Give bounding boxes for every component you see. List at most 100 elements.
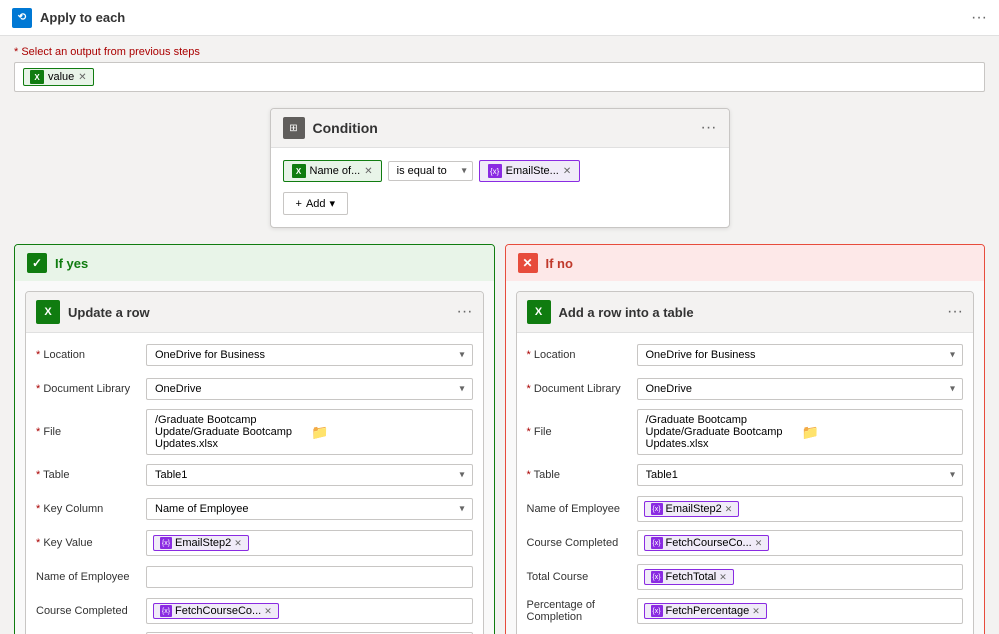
field-row-course-completed: Course Completed {x} FetchCourseCo... ✕ — [36, 597, 473, 625]
update-row-body: Location OneDrive for Business Document … — [26, 333, 483, 634]
key-column-label: Key Column — [36, 503, 146, 515]
location-select[interactable]: OneDrive for Business — [146, 344, 473, 366]
operator-select[interactable]: is equal to — [388, 161, 473, 181]
output-tag-input[interactable]: X value ✕ — [14, 62, 985, 92]
no-field-row-name-employee: Name of Employee {x} EmailStep2 ✕ — [527, 495, 964, 523]
branches: ✓ If yes X Update a row ··· Location — [14, 244, 985, 634]
main-content: Select an output from previous steps X v… — [0, 36, 999, 634]
course-completed-label: Course Completed — [36, 605, 146, 617]
no-location-value: OneDrive for Business — [637, 344, 964, 366]
add-row-more-options[interactable]: ··· — [947, 303, 963, 321]
no-total-course-field[interactable]: {x} FetchTotal ✕ — [637, 564, 964, 590]
condition-body: X Name of... ✕ is equal to {x} EmailSte.… — [271, 148, 729, 227]
chevron-down-icon: ▾ — [330, 197, 336, 210]
no-course-completed-value: {x} FetchCourseCo... ✕ — [637, 530, 964, 556]
no-percentage-field[interactable]: {x} FetchPercentage ✕ — [637, 598, 964, 624]
add-icon: + — [296, 198, 302, 210]
emailstep2-chip: {x} EmailStep2 ✕ — [153, 535, 249, 551]
condition-box: ⊞ Condition ··· X Name of... ✕ is equal … — [270, 108, 730, 228]
no-doc-library-select[interactable]: OneDrive — [637, 378, 964, 400]
no-field-row-percentage: Percentage of Completion {x} FetchPercen… — [527, 597, 964, 625]
no-table-value: Table1 — [637, 464, 964, 486]
condition-header: ⊞ Condition ··· — [271, 109, 729, 148]
no-chip-icon: {x} — [651, 605, 663, 617]
no-emailstep2-close[interactable]: ✕ — [725, 504, 733, 515]
no-name-employee-label: Name of Employee — [527, 503, 637, 515]
no-course-completed-field[interactable]: {x} FetchCourseCo... ✕ — [637, 530, 964, 556]
table-select[interactable]: Table1 — [146, 464, 473, 486]
branch-yes: ✓ If yes X Update a row ··· Location — [14, 244, 495, 634]
condition-more-options[interactable]: ··· — [701, 119, 717, 137]
course-completed-field[interactable]: {x} FetchCourseCo... ✕ — [146, 598, 473, 624]
value-tag-close[interactable]: ✕ — [78, 72, 86, 83]
no-fetchpercentage-close[interactable]: ✕ — [752, 606, 760, 617]
file-label: File — [36, 426, 146, 438]
condition-container: ⊞ Condition ··· X Name of... ✕ is equal … — [14, 108, 985, 228]
name-employee-input[interactable] — [146, 566, 473, 588]
apply-to-each-icon: ⟲ — [12, 8, 32, 28]
key-value-label: Key Value — [36, 537, 146, 549]
condition-left-tag: X Name of... ✕ — [283, 160, 382, 182]
no-file-value: /Graduate Bootcamp Update/Graduate Bootc… — [637, 409, 964, 455]
x-icon: ✕ — [518, 253, 538, 273]
checkmark-icon: ✓ — [27, 253, 47, 273]
no-field-row-doc-library: Document Library OneDrive — [527, 375, 964, 403]
file-input[interactable]: /Graduate Bootcamp Update/Graduate Bootc… — [146, 409, 473, 455]
emailstep2-close[interactable]: ✕ — [234, 538, 242, 549]
no-emailstep2-chip: {x} EmailStep2 ✕ — [644, 501, 740, 517]
no-fetchcourseco-close[interactable]: ✕ — [755, 538, 763, 549]
branch-no: ✕ If no X Add a row into a table ··· Loc… — [505, 244, 986, 634]
condition-right-tag: {x} EmailSte... ✕ — [479, 160, 581, 182]
no-file-path: /Graduate Bootcamp Update/Graduate Bootc… — [646, 414, 798, 450]
course-completed-value: {x} FetchCourseCo... ✕ — [146, 598, 473, 624]
no-field-row-file: File /Graduate Bootcamp Update/Graduate … — [527, 409, 964, 455]
no-fetchcourseco-chip: {x} FetchCourseCo... ✕ — [644, 535, 770, 551]
field-row-location: Location OneDrive for Business — [36, 341, 473, 369]
if-yes-label: If yes — [55, 256, 88, 271]
key-column-select[interactable]: Name of Employee — [146, 498, 473, 520]
folder-icon: 📁 — [311, 424, 463, 441]
no-total-course-label: Total Course — [527, 571, 637, 583]
no-location-select[interactable]: OneDrive for Business — [637, 344, 964, 366]
chip-icon: {x} — [160, 605, 172, 617]
branch-no-header: ✕ If no — [506, 245, 985, 281]
no-field-row-location: Location OneDrive for Business — [527, 341, 964, 369]
chip-icon: {x} — [160, 537, 172, 549]
add-condition-button[interactable]: + Add ▾ — [283, 192, 349, 215]
condition-right-close[interactable]: ✕ — [563, 166, 571, 177]
fetchcourseco-close[interactable]: ✕ — [264, 606, 272, 617]
no-table-label: Table — [527, 469, 637, 481]
no-percentage-value: {x} FetchPercentage ✕ — [637, 598, 964, 624]
add-row-excel-icon: X — [527, 300, 551, 324]
value-tag-label: value — [48, 71, 74, 83]
no-fetchcourseco-label: FetchCourseCo... — [666, 537, 752, 549]
branch-yes-header: ✓ If yes — [15, 245, 494, 281]
no-file-input[interactable]: /Graduate Bootcamp Update/Graduate Bootc… — [637, 409, 964, 455]
emailstep2-label: EmailStep2 — [175, 537, 231, 549]
no-doc-library-value: OneDrive — [637, 378, 964, 400]
purple-icon: {x} — [488, 164, 502, 178]
excel-icon: X — [30, 70, 44, 84]
doc-library-select[interactable]: OneDrive — [146, 378, 473, 400]
condition-right-label: EmailSte... — [506, 165, 559, 177]
no-name-employee-field[interactable]: {x} EmailStep2 ✕ — [637, 496, 964, 522]
top-bar: ⟲ Apply to each ··· — [0, 0, 999, 36]
condition-left-close[interactable]: ✕ — [364, 166, 372, 177]
branch-no-body: X Add a row into a table ··· Location On… — [506, 281, 985, 634]
field-row-name-employee: Name of Employee — [36, 563, 473, 591]
no-location-label: Location — [527, 349, 637, 361]
table-label: Table — [36, 469, 146, 481]
key-value-field[interactable]: {x} EmailStep2 ✕ — [146, 530, 473, 556]
no-doc-library-label: Document Library — [527, 383, 637, 395]
no-fetchtotal-close[interactable]: ✕ — [719, 572, 727, 583]
no-table-select[interactable]: Table1 — [637, 464, 964, 486]
update-row-more-options[interactable]: ··· — [457, 303, 473, 321]
value-tag: X value ✕ — [23, 68, 94, 86]
no-field-row-course-completed: Course Completed {x} FetchCourseCo... ✕ — [527, 529, 964, 557]
no-fetchpercentage-label: FetchPercentage — [666, 605, 750, 617]
key-value-value: {x} EmailStep2 ✕ — [146, 530, 473, 556]
add-label: Add — [306, 198, 326, 210]
no-fetchtotal-label: FetchTotal — [666, 571, 717, 583]
top-bar-more-options[interactable]: ··· — [971, 9, 987, 27]
condition-left-label: Name of... — [310, 165, 361, 177]
